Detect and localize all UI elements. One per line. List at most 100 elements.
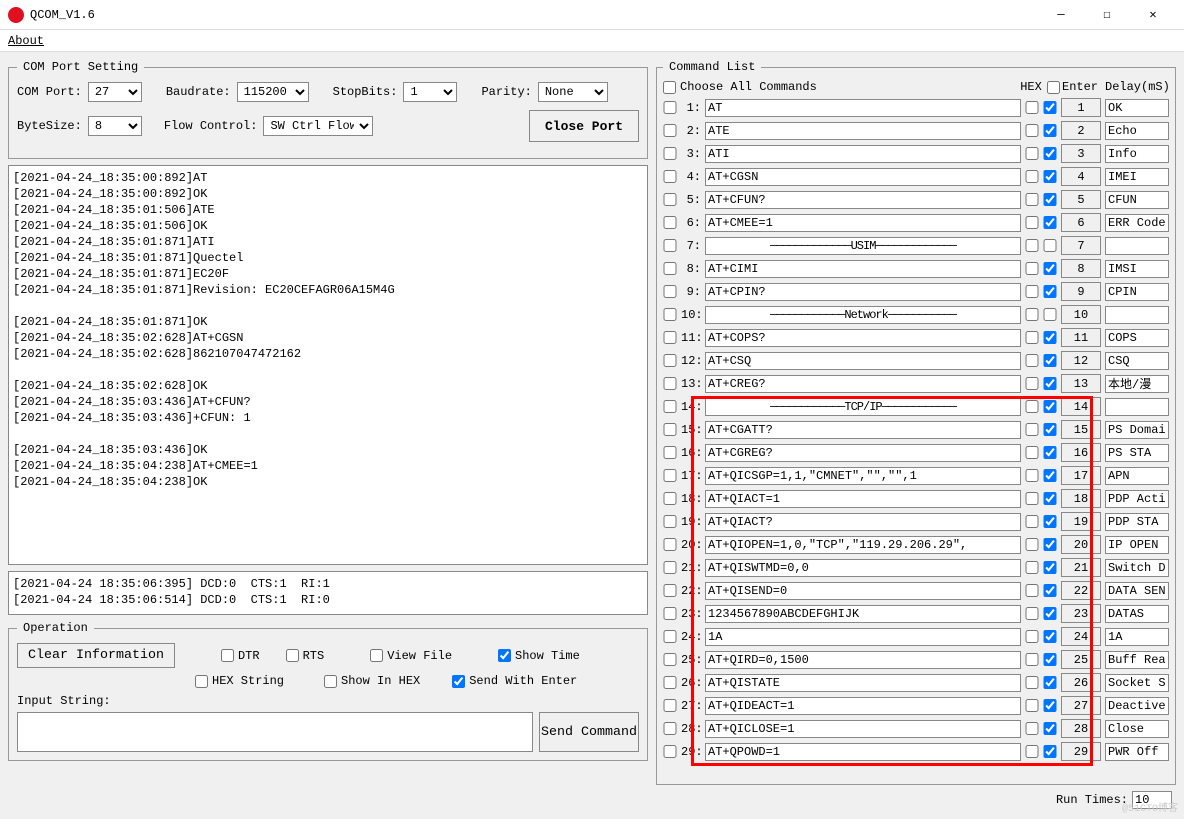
cmd-select-checkbox[interactable] [663, 653, 677, 666]
cmd-text-input[interactable] [705, 237, 1021, 255]
cmd-desc-input[interactable] [1105, 444, 1169, 462]
cmd-text-input[interactable] [705, 605, 1021, 623]
enter-all-checkbox[interactable] [1047, 81, 1060, 94]
cmd-select-checkbox[interactable] [663, 584, 677, 597]
cmd-text-input[interactable] [705, 513, 1021, 531]
cmd-hex-checkbox[interactable] [1025, 331, 1039, 344]
cmd-desc-input[interactable] [1105, 122, 1169, 140]
cmd-send-button[interactable]: 12 [1061, 351, 1101, 370]
cmd-enter-checkbox[interactable] [1043, 124, 1057, 137]
cmd-hex-checkbox[interactable] [1025, 745, 1039, 758]
cmd-send-button[interactable]: 1 [1061, 98, 1101, 117]
baudrate-select[interactable]: 115200 [237, 82, 309, 102]
cmd-enter-checkbox[interactable] [1043, 492, 1057, 505]
cmd-hex-checkbox[interactable] [1025, 722, 1039, 735]
cmd-select-checkbox[interactable] [663, 722, 677, 735]
cmd-desc-input[interactable] [1105, 605, 1169, 623]
cmd-enter-checkbox[interactable] [1043, 446, 1057, 459]
cmd-enter-checkbox[interactable] [1043, 170, 1057, 183]
cmd-desc-input[interactable] [1105, 375, 1169, 393]
send-with-enter-checkbox[interactable] [452, 675, 465, 688]
hex-string-checkbox[interactable] [195, 675, 208, 688]
cmd-hex-checkbox[interactable] [1025, 400, 1039, 413]
cmd-send-button[interactable]: 18 [1061, 489, 1101, 508]
cmd-send-button[interactable]: 4 [1061, 167, 1101, 186]
cmd-hex-checkbox[interactable] [1025, 561, 1039, 574]
cmd-enter-checkbox[interactable] [1043, 262, 1057, 275]
cmd-desc-input[interactable] [1105, 490, 1169, 508]
cmd-hex-checkbox[interactable] [1025, 377, 1039, 390]
cmd-select-checkbox[interactable] [663, 308, 677, 321]
cmd-hex-checkbox[interactable] [1025, 239, 1039, 252]
cmd-text-input[interactable] [705, 191, 1021, 209]
cmd-enter-checkbox[interactable] [1043, 699, 1057, 712]
cmd-select-checkbox[interactable] [663, 216, 677, 229]
clear-info-button[interactable]: Clear Information [17, 643, 175, 668]
cmd-enter-checkbox[interactable] [1043, 722, 1057, 735]
cmd-text-input[interactable] [705, 168, 1021, 186]
cmd-select-checkbox[interactable] [663, 676, 677, 689]
cmd-send-button[interactable]: 16 [1061, 443, 1101, 462]
cmd-send-button[interactable]: 8 [1061, 259, 1101, 278]
cmd-text-input[interactable] [705, 628, 1021, 646]
cmd-select-checkbox[interactable] [663, 630, 677, 643]
show-time-checkbox[interactable] [498, 649, 511, 662]
cmd-select-checkbox[interactable] [663, 147, 677, 160]
cmd-send-button[interactable]: 25 [1061, 650, 1101, 669]
cmd-desc-input[interactable] [1105, 582, 1169, 600]
cmd-enter-checkbox[interactable] [1043, 423, 1057, 436]
cmd-send-button[interactable]: 23 [1061, 604, 1101, 623]
cmd-hex-checkbox[interactable] [1025, 308, 1039, 321]
close-button[interactable]: ✕ [1130, 0, 1176, 30]
cmd-select-checkbox[interactable] [663, 285, 677, 298]
stopbits-select[interactable]: 1 [403, 82, 457, 102]
cmd-enter-checkbox[interactable] [1043, 285, 1057, 298]
cmd-select-checkbox[interactable] [663, 101, 677, 114]
cmd-text-input[interactable] [705, 582, 1021, 600]
dtr-checkbox[interactable] [221, 649, 234, 662]
cmd-select-checkbox[interactable] [663, 170, 677, 183]
cmd-hex-checkbox[interactable] [1025, 446, 1039, 459]
cmd-text-input[interactable] [705, 651, 1021, 669]
cmd-send-button[interactable]: 28 [1061, 719, 1101, 738]
cmd-enter-checkbox[interactable] [1043, 538, 1057, 551]
show-in-hex-checkbox[interactable] [324, 675, 337, 688]
cmd-desc-input[interactable] [1105, 674, 1169, 692]
cmd-desc-input[interactable] [1105, 191, 1169, 209]
cmd-text-input[interactable] [705, 743, 1021, 761]
cmd-hex-checkbox[interactable] [1025, 170, 1039, 183]
cmd-send-button[interactable]: 26 [1061, 673, 1101, 692]
cmd-enter-checkbox[interactable] [1043, 630, 1057, 643]
cmd-send-button[interactable]: 5 [1061, 190, 1101, 209]
cmd-desc-input[interactable] [1105, 697, 1169, 715]
cmd-hex-checkbox[interactable] [1025, 492, 1039, 505]
cmd-select-checkbox[interactable] [663, 561, 677, 574]
cmd-enter-checkbox[interactable] [1043, 308, 1057, 321]
cmd-hex-checkbox[interactable] [1025, 124, 1039, 137]
cmd-select-checkbox[interactable] [663, 538, 677, 551]
cmd-desc-input[interactable] [1105, 99, 1169, 117]
cmd-text-input[interactable] [705, 536, 1021, 554]
cmd-send-button[interactable]: 17 [1061, 466, 1101, 485]
cmd-hex-checkbox[interactable] [1025, 515, 1039, 528]
menu-about[interactable]: About [8, 34, 44, 48]
cmd-send-button[interactable]: 7 [1061, 236, 1101, 255]
send-command-button[interactable]: Send Command [539, 712, 639, 752]
cmd-send-button[interactable]: 13 [1061, 374, 1101, 393]
cmd-hex-checkbox[interactable] [1025, 262, 1039, 275]
cmd-desc-input[interactable] [1105, 145, 1169, 163]
cmd-hex-checkbox[interactable] [1025, 630, 1039, 643]
cmd-text-input[interactable] [705, 214, 1021, 232]
cmd-select-checkbox[interactable] [663, 492, 677, 505]
cmd-desc-input[interactable] [1105, 513, 1169, 531]
cmd-hex-checkbox[interactable] [1025, 584, 1039, 597]
cmd-text-input[interactable] [705, 720, 1021, 738]
cmd-send-button[interactable]: 22 [1061, 581, 1101, 600]
cmd-enter-checkbox[interactable] [1043, 515, 1057, 528]
cmd-hex-checkbox[interactable] [1025, 676, 1039, 689]
status-output[interactable]: [2021-04-24 18:35:06:395] DCD:0 CTS:1 RI… [8, 571, 648, 615]
cmd-select-checkbox[interactable] [663, 193, 677, 206]
choose-all-checkbox[interactable] [663, 81, 676, 94]
cmd-text-input[interactable] [705, 375, 1021, 393]
cmd-desc-input[interactable] [1105, 260, 1169, 278]
